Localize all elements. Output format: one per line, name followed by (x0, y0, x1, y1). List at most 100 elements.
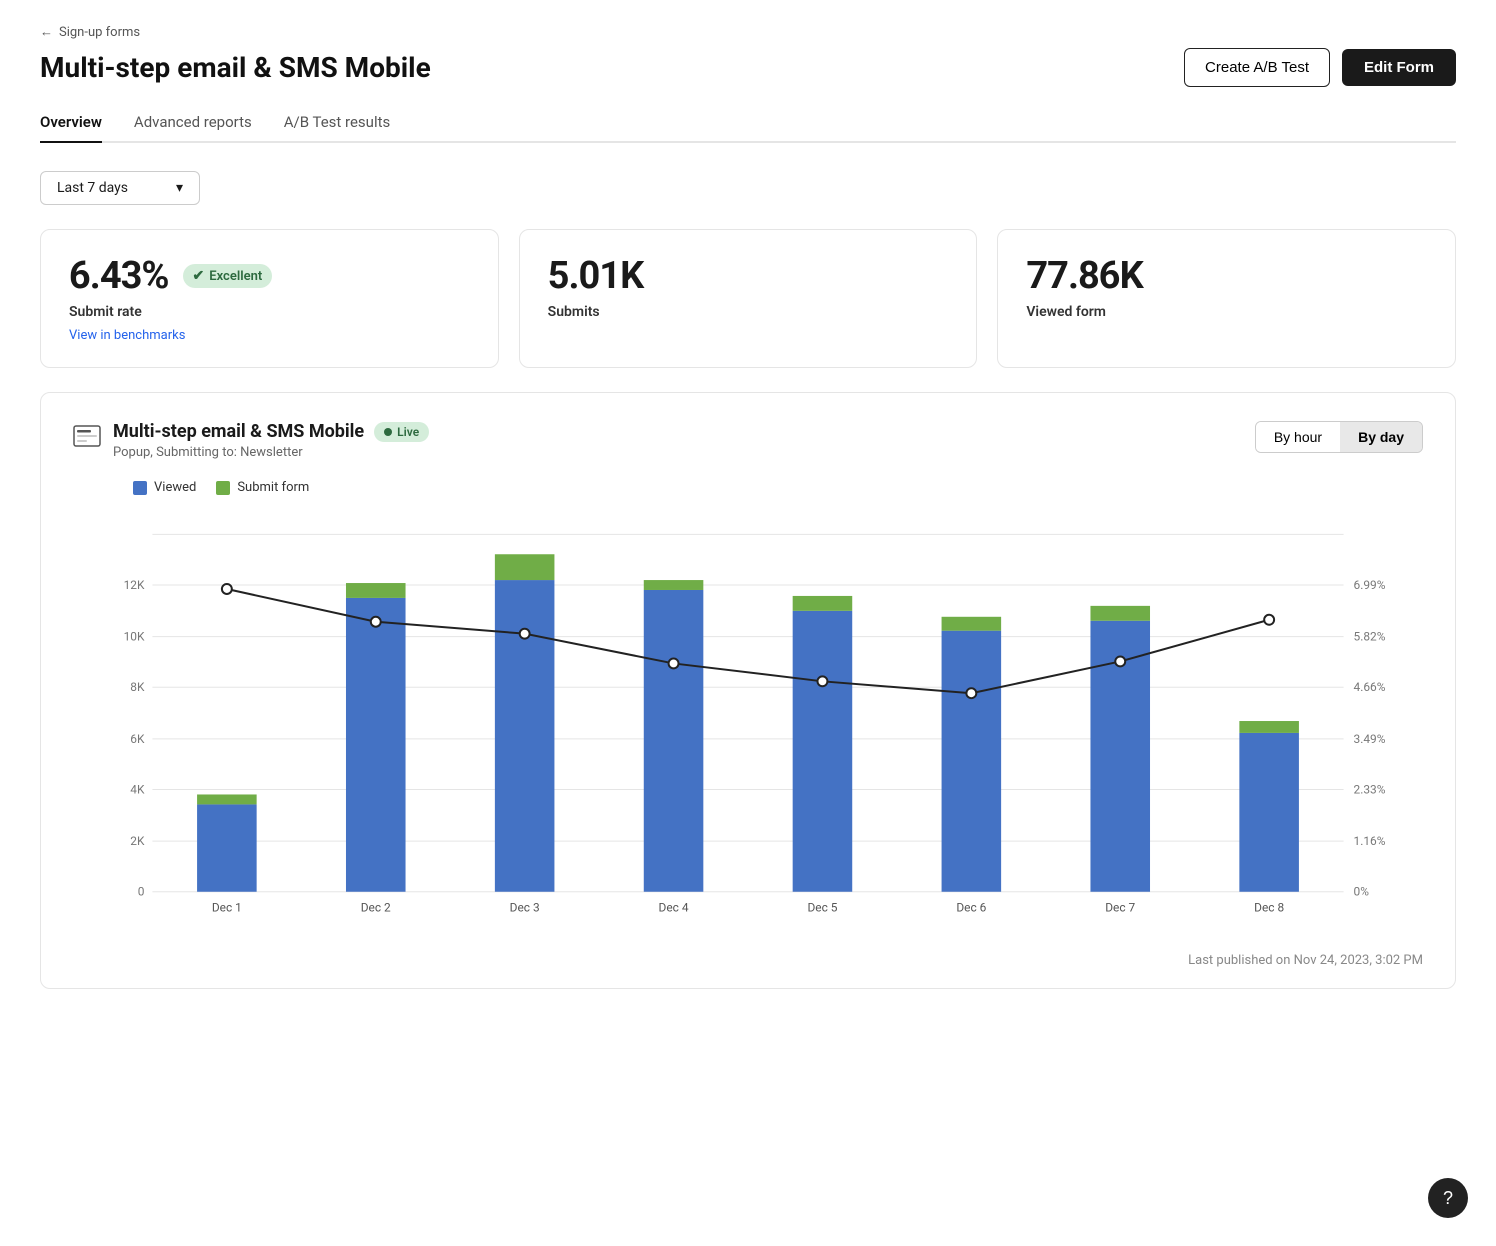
legend-item-viewed: Viewed (133, 480, 196, 495)
tabs-bar: Overview Advanced reports A/B Test resul… (40, 103, 1456, 143)
bar-viewed-dec4 (644, 590, 704, 892)
legend-item-submit: Submit form (216, 480, 309, 495)
svg-text:4.66%: 4.66% (1354, 680, 1386, 694)
badge-label: Excellent (209, 269, 262, 284)
stat-value-viewed-form: 77.86K (1026, 254, 1142, 298)
create-ab-test-button[interactable]: Create A/B Test (1184, 48, 1330, 87)
stat-card-viewed-form: 77.86K Viewed form (997, 229, 1456, 368)
tab-overview[interactable]: Overview (40, 103, 102, 143)
svg-text:Dec 1: Dec 1 (212, 901, 242, 915)
svg-text:6.99%: 6.99% (1354, 578, 1386, 592)
svg-text:Dec 3: Dec 3 (510, 901, 540, 915)
svg-text:4K: 4K (130, 782, 145, 796)
bar-viewed-dec5 (793, 611, 853, 892)
svg-text:Dec 7: Dec 7 (1105, 901, 1135, 915)
stat-top-submits: 5.01K (548, 254, 949, 298)
bar-submit-dec4 (644, 580, 704, 590)
dot-dec3 (520, 629, 530, 639)
stats-row: 6.43% ✔ Excellent Submit rate View in be… (40, 229, 1456, 368)
legend-swatch-submit (216, 481, 230, 495)
svg-text:6K: 6K (130, 732, 145, 746)
live-dot (384, 428, 392, 436)
svg-text:Dec 4: Dec 4 (659, 901, 689, 915)
legend-swatch-viewed (133, 481, 147, 495)
chart-title-text: Multi-step email & SMS Mobile Live Popup… (113, 421, 429, 460)
dot-dec8 (1264, 615, 1274, 625)
chart-title-block: Multi-step email & SMS Mobile Live Popup… (73, 421, 429, 460)
check-icon: ✔ (193, 268, 205, 284)
back-arrow-icon: ← (40, 24, 53, 40)
dot-dec4 (669, 658, 679, 668)
bar-viewed-dec6 (942, 631, 1002, 892)
header-actions: Create A/B Test Edit Form (1184, 48, 1456, 87)
chart-published: Last published on Nov 24, 2023, 3:02 PM (73, 953, 1423, 968)
date-range-label: Last 7 days (57, 180, 128, 196)
filter-row: Last 7 days ▾ (40, 171, 1456, 205)
legend-label-submit: Submit form (237, 480, 309, 495)
bar-viewed-dec2 (346, 598, 406, 892)
svg-text:10K: 10K (124, 630, 145, 644)
stat-label-submits: Submits (548, 304, 949, 320)
form-preview-icon (73, 425, 101, 447)
benchmark-link[interactable]: View in benchmarks (69, 328, 185, 343)
bar-viewed-dec1 (197, 804, 257, 891)
chart-subtitle: Popup, Submitting to: Newsletter (113, 445, 429, 460)
bar-submit-dec8 (1239, 721, 1299, 733)
by-hour-button[interactable]: By hour (1256, 422, 1340, 452)
edit-form-button[interactable]: Edit Form (1342, 49, 1456, 86)
bar-submit-dec7 (1090, 606, 1150, 621)
bar-submit-dec6 (942, 617, 1002, 631)
svg-text:3.49%: 3.49% (1354, 732, 1386, 746)
bar-submit-dec5 (793, 596, 853, 611)
excellent-badge: ✔ Excellent (183, 264, 273, 288)
bar-submit-dec1 (197, 794, 257, 804)
date-range-dropdown[interactable]: Last 7 days ▾ (40, 171, 200, 205)
bar-viewed-dec8 (1239, 733, 1299, 892)
dot-dec5 (817, 676, 827, 686)
chart-title: Multi-step email & SMS Mobile Live (113, 421, 429, 442)
svg-text:5.82%: 5.82% (1354, 630, 1386, 644)
stat-card-submit-rate: 6.43% ✔ Excellent Submit rate View in be… (40, 229, 499, 368)
svg-text:8K: 8K (130, 680, 145, 694)
svg-text:Dec 5: Dec 5 (807, 901, 837, 915)
live-label: Live (397, 425, 419, 439)
stat-value-submits: 5.01K (548, 254, 644, 298)
tab-advanced-reports[interactable]: Advanced reports (134, 103, 252, 143)
chart-header: Multi-step email & SMS Mobile Live Popup… (73, 421, 1423, 460)
svg-text:0%: 0% (1354, 885, 1370, 899)
bar-viewed-dec3 (495, 580, 555, 892)
dot-dec7 (1115, 656, 1125, 666)
dot-dec2 (371, 617, 381, 627)
by-day-button[interactable]: By day (1340, 422, 1422, 452)
svg-text:12K: 12K (124, 578, 145, 592)
chart-card: Multi-step email & SMS Mobile Live Popup… (40, 392, 1456, 989)
svg-text:1.16%: 1.16% (1354, 834, 1386, 848)
svg-text:2K: 2K (130, 834, 145, 848)
page-title: Multi-step email & SMS Mobile (40, 51, 431, 84)
chart-legend: Viewed Submit form (133, 480, 1423, 495)
stat-card-submits: 5.01K Submits (519, 229, 978, 368)
svg-text:— Form submit rate: — Form submit rate (1420, 681, 1423, 784)
header-row: Multi-step email & SMS Mobile Create A/B… (40, 48, 1456, 87)
legend-label-viewed: Viewed (154, 480, 196, 495)
stat-label-viewed-form: Viewed form (1026, 304, 1427, 320)
stat-value-submit-rate: 6.43% (69, 254, 169, 298)
svg-text:Dec 8: Dec 8 (1254, 901, 1284, 915)
chart-toggle: By hour By day (1255, 421, 1423, 453)
back-link[interactable]: ← Sign-up forms (40, 24, 1456, 40)
dot-dec6 (966, 688, 976, 698)
bar-submit-dec3 (495, 554, 555, 580)
stat-label-submit-rate: Submit rate (69, 304, 470, 320)
stat-top-viewed-form: 77.86K (1026, 254, 1427, 298)
chevron-down-icon: ▾ (176, 180, 183, 196)
live-badge: Live (374, 422, 429, 442)
help-button[interactable]: ? (1428, 1178, 1468, 1218)
svg-text:2.33%: 2.33% (1354, 782, 1386, 796)
bar-submit-dec2 (346, 583, 406, 598)
svg-text:Dec 6: Dec 6 (956, 901, 986, 915)
svg-text:0: 0 (138, 885, 145, 899)
chart-area: 0 2K 4K 6K 8K 10K 12K 0% 1.16% 2.33% 3.4… (73, 513, 1423, 937)
tab-ab-test-results[interactable]: A/B Test results (284, 103, 391, 143)
dot-dec1 (222, 584, 232, 594)
svg-text:Dec 2: Dec 2 (361, 901, 391, 915)
